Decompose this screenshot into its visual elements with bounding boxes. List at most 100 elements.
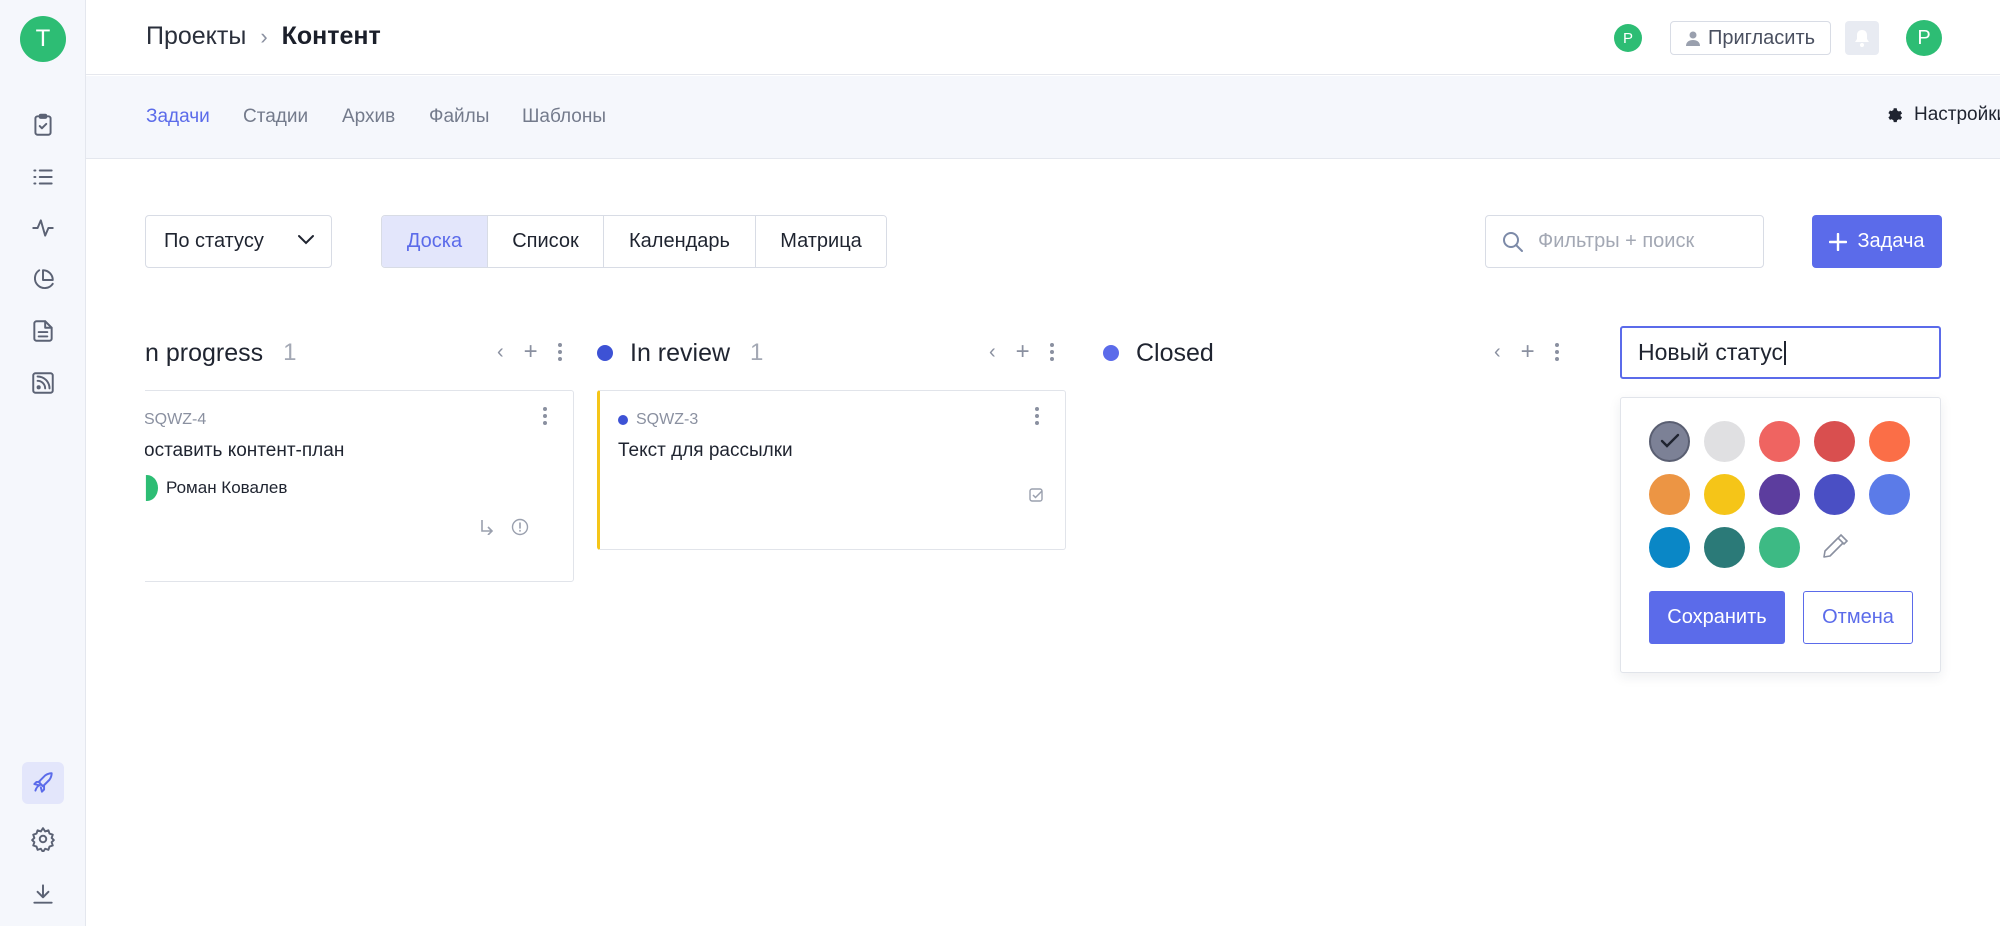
breadcrumb-projects[interactable]: Проекты: [146, 22, 246, 51]
info-icon: [511, 518, 529, 536]
chevron-down-icon: [298, 235, 314, 245]
breadcrumb-current: Контент: [281, 22, 381, 50]
column-title: n progress: [145, 338, 264, 367]
more-icon[interactable]: [1049, 343, 1054, 361]
color-swatch[interactable]: [1759, 421, 1800, 462]
person-icon: [1685, 31, 1700, 46]
color-swatch[interactable]: [1814, 474, 1855, 515]
document-icon[interactable]: [22, 310, 64, 352]
status-dot: [618, 415, 628, 425]
search-input[interactable]: [1538, 216, 1758, 267]
tab-stages[interactable]: Стадии: [243, 106, 308, 128]
download-icon[interactable]: [22, 873, 64, 915]
activity-icon[interactable]: [22, 207, 64, 249]
color-swatch-selected[interactable]: [1649, 421, 1690, 462]
tab-archive[interactable]: Архив: [342, 106, 395, 128]
column-count: 1: [750, 339, 764, 366]
assignee-name: Роман Ковалев: [166, 478, 288, 497]
text-caret: [1784, 340, 1786, 365]
rocket-icon[interactable]: [22, 762, 64, 804]
color-swatch[interactable]: [1704, 474, 1745, 515]
add-task-button[interactable]: Задача: [1812, 215, 1942, 268]
column-title: In review: [630, 338, 731, 367]
column-actions: ‹ +: [989, 338, 1054, 366]
add-task-label: Задача: [1857, 230, 1925, 252]
workspace-avatar[interactable]: T: [20, 16, 66, 62]
status-dot: [597, 345, 613, 361]
more-icon[interactable]: [1035, 407, 1039, 425]
color-swatch[interactable]: [1649, 474, 1690, 515]
column-actions: ‹ +: [1494, 338, 1559, 366]
settings-button[interactable]: Настройки: [1886, 104, 2000, 126]
column-actions: ‹ +: [497, 338, 562, 366]
task-title: Текст для рассылки: [618, 440, 793, 461]
task-card[interactable]: SQWZ-3 Текст для рассылки: [597, 390, 1066, 550]
column-header-in-progress: n progress 1: [145, 330, 296, 376]
column-count: 1: [283, 339, 297, 366]
add-card-icon[interactable]: +: [1521, 338, 1535, 366]
view-list[interactable]: Список: [488, 216, 604, 267]
view-switcher: Доска Список Календарь Матрица: [381, 215, 887, 268]
invite-label: Пригласить: [1707, 26, 1816, 49]
save-button[interactable]: Сохранить: [1649, 591, 1785, 644]
pie-chart-icon[interactable]: [22, 259, 64, 301]
view-board[interactable]: Доска: [382, 216, 488, 267]
gear-icon[interactable]: [22, 818, 64, 860]
status-dot: [1103, 345, 1119, 361]
user-avatar[interactable]: P: [1906, 20, 1942, 56]
add-card-icon[interactable]: +: [524, 338, 538, 366]
color-swatch[interactable]: [1649, 527, 1690, 568]
tab-tasks[interactable]: Задачи: [146, 106, 210, 128]
breadcrumb-separator: ›: [260, 23, 268, 49]
color-swatch[interactable]: [1869, 474, 1910, 515]
column-header-closed: Closed: [1103, 330, 1214, 376]
sub-navigation: Задачи Стадии Архив Файлы Шаблоны Настро…: [86, 76, 2000, 159]
color-swatch[interactable]: [1704, 527, 1745, 568]
rss-icon[interactable]: [22, 362, 64, 404]
column-title: Closed: [1136, 338, 1214, 367]
clipboard-check-icon[interactable]: [22, 104, 64, 146]
new-status-value: Новый статус: [1638, 339, 1783, 365]
chevron-left-icon[interactable]: ‹: [989, 341, 996, 364]
sidebar: T: [0, 0, 86, 926]
new-status-input[interactable]: Новый статус: [1620, 326, 1941, 379]
group-by-value: По статусу: [164, 230, 264, 252]
chevron-left-icon[interactable]: ‹: [497, 341, 504, 364]
subtask-icon: [481, 520, 494, 535]
gear-icon: [1888, 108, 1903, 123]
color-swatch[interactable]: [1869, 421, 1910, 462]
color-swatch[interactable]: [1814, 421, 1855, 462]
invite-button[interactable]: Пригласить: [1670, 21, 1831, 55]
notifications-button[interactable]: [1845, 21, 1879, 55]
list-icon[interactable]: [22, 156, 64, 198]
check-icon: [1660, 433, 1680, 448]
search-box: [1485, 215, 1764, 268]
tab-files[interactable]: Файлы: [429, 106, 489, 128]
task-id: SQWZ-3: [618, 411, 698, 429]
view-matrix[interactable]: Матрица: [756, 216, 886, 267]
task-title: оставить контент-план: [145, 440, 345, 461]
color-swatch[interactable]: [1704, 421, 1745, 462]
add-card-icon[interactable]: +: [1016, 338, 1030, 366]
color-swatch[interactable]: [1759, 527, 1800, 568]
bell-icon: [1855, 30, 1869, 47]
group-by-select[interactable]: По статусу: [145, 215, 332, 268]
color-picker-popover: Сохранить Отмена: [1620, 397, 1941, 673]
more-icon[interactable]: [1554, 343, 1559, 361]
more-icon[interactable]: [543, 407, 547, 425]
assignee: Роман Ковалев: [145, 475, 287, 501]
tab-templates[interactable]: Шаблоны: [522, 106, 606, 128]
view-calendar[interactable]: Календарь: [604, 216, 756, 267]
chevron-left-icon[interactable]: ‹: [1494, 341, 1501, 364]
presence-avatar[interactable]: P: [1614, 24, 1642, 52]
task-card[interactable]: SQWZ-4 оставить контент-план Роман Ковал…: [145, 390, 574, 582]
settings-label: Настройки: [1914, 104, 2000, 125]
search-icon: [1503, 232, 1523, 252]
checkbox-icon: [1029, 488, 1043, 502]
more-icon[interactable]: [557, 343, 562, 361]
assignee-avatar: [145, 475, 158, 501]
breadcrumb: Проекты › Контент: [146, 22, 381, 51]
eyedropper-icon[interactable]: [1819, 531, 1851, 563]
cancel-button[interactable]: Отмена: [1803, 591, 1913, 644]
color-swatch[interactable]: [1759, 474, 1800, 515]
